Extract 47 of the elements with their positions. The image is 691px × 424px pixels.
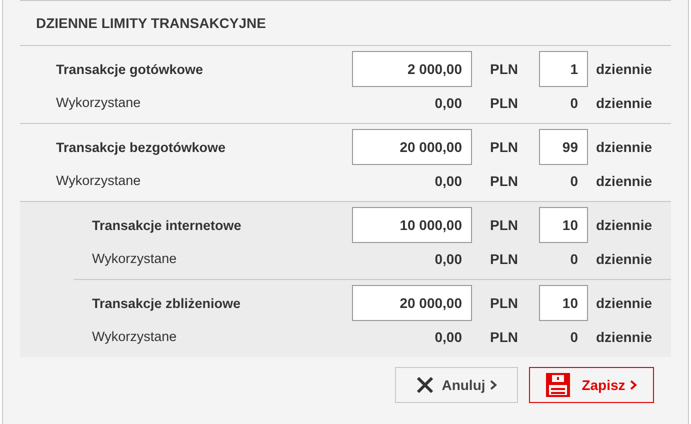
cancel-button[interactable]: Anuluj [395,367,518,403]
used-label: Wykorzystane [91,251,178,266]
used-label: Wykorzystane [91,329,178,344]
currency-label: PLN [489,94,519,110]
used-count: 0 [569,172,579,188]
chevron-icon [490,380,498,390]
period-label: dziennie [595,139,654,155]
used-label: Wykorzystane [55,95,142,110]
close-icon [416,376,434,394]
limit-name: Transakcje zbliżeniowe [91,296,242,310]
currency-label: PLN [489,61,519,77]
count-field[interactable]: 1 [539,51,588,87]
chevron-icon [630,380,638,390]
currency-label: PLN [489,172,519,188]
currency-label: PLN [489,139,519,155]
section-title: DZIENNE LIMITY TRANSAKCYJNE [36,15,266,31]
limit-name: Transakcje bezgotówkowe [55,140,227,154]
period-label: dziennie [595,61,654,77]
currency-label: PLN [489,328,519,344]
count-field[interactable]: 99 [539,129,588,165]
limit-name: Transakcje gotówkowe [55,62,204,76]
count-field[interactable]: 10 [539,207,588,243]
amount-field[interactable]: 2 000,00 [352,51,472,87]
currency-label: PLN [489,217,519,233]
save-icon [546,373,570,397]
used-amount: 0,00 [434,250,463,266]
amount-field[interactable]: 20 000,00 [352,129,472,165]
amount-field[interactable]: 20 000,00 [352,285,472,321]
used-label: Wykorzystane [55,173,142,188]
used-count: 0 [569,250,579,266]
used-count: 0 [569,94,579,110]
period-label: dziennie [595,295,654,311]
used-amount: 0,00 [434,94,463,110]
period-label: dziennie [595,217,654,233]
period-label: dziennie [595,172,654,188]
save-button[interactable]: Zapisz [529,367,654,403]
currency-label: PLN [489,250,519,266]
amount-field[interactable]: 10 000,00 [352,207,472,243]
used-amount: 0,00 [434,328,463,344]
period-label: dziennie [595,94,654,110]
currency-label: PLN [489,295,519,311]
period-label: dziennie [595,328,654,344]
limit-name: Transakcje internetowe [91,218,242,232]
period-label: dziennie [595,250,654,266]
used-amount: 0,00 [434,172,463,188]
count-field[interactable]: 10 [539,285,588,321]
used-count: 0 [569,328,579,344]
